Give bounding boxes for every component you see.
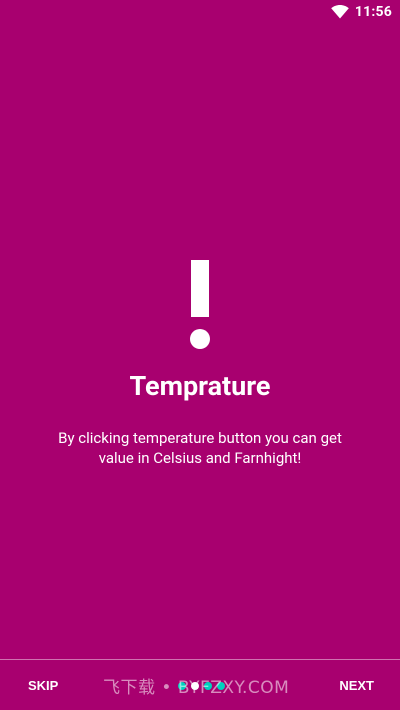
status-bar: 11:56 — [0, 0, 400, 24]
page-dot[interactable] — [178, 682, 186, 690]
slide-description: By clicking temperature button you can g… — [58, 429, 342, 467]
exclamation-icon — [190, 260, 210, 349]
wifi-icon — [331, 5, 349, 19]
bottom-divider — [0, 659, 400, 660]
status-time: 11:56 — [354, 4, 392, 20]
page-dot-active[interactable] — [191, 682, 199, 690]
onboarding-screen: 11:56 Temprature By clicking temperature… — [0, 0, 400, 710]
slide-title: Temprature — [129, 370, 271, 402]
skip-button[interactable]: SKIP — [22, 668, 64, 704]
page-dot[interactable] — [204, 682, 212, 690]
next-button[interactable]: NEXT — [333, 668, 380, 704]
page-dot[interactable] — [217, 682, 225, 690]
page-indicator — [178, 682, 225, 690]
